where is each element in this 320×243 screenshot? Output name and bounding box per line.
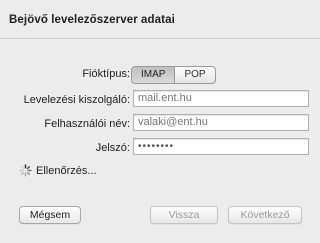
username-input[interactable] xyxy=(133,114,309,131)
next-button[interactable]: Következő xyxy=(228,206,302,224)
account-type-segmented-control: IMAP POP xyxy=(131,66,216,84)
server-label: Levelezési kiszolgáló: xyxy=(23,94,130,106)
title-divider xyxy=(0,38,320,39)
password-label: Jelszó: xyxy=(95,142,130,154)
spinner-icon xyxy=(19,164,32,177)
incoming-server-dialog: Bejövő levelezőszerver adatai Fióktípus:… xyxy=(0,0,320,243)
username-label: Felhasználói név: xyxy=(44,118,130,130)
imap-option[interactable]: IMAP xyxy=(132,67,175,83)
cancel-button[interactable]: Mégsem xyxy=(19,206,81,224)
status-text: Ellenőrzés... xyxy=(36,165,97,177)
password-input[interactable] xyxy=(133,138,309,155)
pop-option[interactable]: POP xyxy=(175,67,214,83)
back-button[interactable]: Vissza xyxy=(150,206,218,224)
dialog-title: Bejövő levelezőszerver adatai xyxy=(9,14,175,26)
server-input[interactable] xyxy=(133,90,309,107)
account-type-label: Fióktípus: xyxy=(82,68,130,80)
